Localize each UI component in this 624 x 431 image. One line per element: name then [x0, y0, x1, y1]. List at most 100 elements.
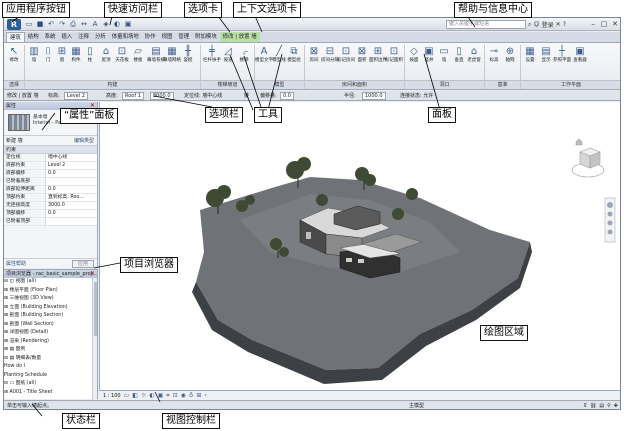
tab-addins[interactable]: 附加模块	[192, 32, 220, 42]
constraints-group[interactable]: 约束	[4, 146, 97, 154]
application-button[interactable]: R	[7, 19, 21, 30]
measure-icon[interactable]: ↔	[79, 19, 89, 29]
panel-room-area-label[interactable]: 房间和面积	[305, 80, 404, 89]
edit-type-button[interactable]: 编辑类型	[74, 136, 94, 146]
search-input[interactable]: 键入关键字或短语	[446, 20, 526, 29]
signin-link[interactable]: 登录	[542, 20, 554, 29]
tree-item[interactable]: ⊟ ◫ 视图 (all)	[4, 278, 92, 287]
join-status-select[interactable]: 连接状态: 允许	[400, 92, 433, 100]
model-group-tool[interactable]: ⧉ 模型组	[287, 46, 301, 64]
select-links-icon[interactable]: ⛓	[590, 401, 596, 409]
active-model[interactable]: 主模型	[409, 401, 424, 409]
help-icon[interactable]: ?	[563, 21, 566, 28]
close-icon[interactable]: ✕	[610, 19, 620, 29]
tree-item[interactable]: ⊞ 三维视图 (3D View)	[4, 295, 92, 304]
properties-help-link[interactable]: 属性帮助	[6, 261, 26, 267]
undo-icon[interactable]: ↶	[46, 19, 56, 29]
viewer-tool[interactable]: ▣ 查看器	[573, 46, 587, 64]
tab-manage[interactable]: 管理	[175, 32, 192, 42]
tree-item[interactable]: ⊞ 渲染 (Rendering)	[4, 338, 92, 347]
3d-model-view[interactable]	[100, 102, 621, 390]
height-select[interactable]: Roof 1	[122, 92, 144, 100]
drawing-area[interactable]	[99, 102, 621, 390]
close-hidden-icon[interactable]: ▣	[123, 19, 133, 29]
tree-item[interactable]: ⊟ ▤ 明细表/数量	[4, 355, 92, 364]
drag-elements-icon[interactable]: ✥	[614, 401, 618, 409]
grid-tool[interactable]: ⊕ 轴网	[504, 46, 516, 64]
temp-hide-icon[interactable]: ◉	[181, 392, 186, 400]
property-row[interactable]: 顶部偏移 0.0	[4, 210, 97, 218]
tab-collaborate[interactable]: 协作	[142, 32, 159, 42]
panel-select-label[interactable]: 选择	[4, 80, 24, 89]
property-row[interactable]: 底部偏移 0.0	[4, 170, 97, 178]
tree-item[interactable]: How do I	[4, 363, 92, 372]
property-row[interactable]: 已附着底部	[4, 178, 97, 186]
highlight-icon[interactable]: ‹	[204, 392, 206, 400]
tab-analyze[interactable]: 分析	[92, 32, 109, 42]
chain-checkbox[interactable]: 链	[244, 92, 249, 100]
property-row[interactable]: 顶部约束 直到标高: Roo...	[4, 194, 97, 202]
view-scale[interactable]: 1 : 100	[103, 393, 121, 399]
tree-item[interactable]: ⊞ 立面 (Building Elevation)	[4, 304, 92, 313]
section-icon[interactable]: ◐	[112, 19, 122, 29]
level-select[interactable]: Level 2	[64, 92, 88, 100]
shadows-icon[interactable]: ◐	[149, 392, 154, 400]
close-icon[interactable]: ✕	[90, 270, 95, 278]
tree-item[interactable]: ⊞ 剖面 (Building Section)	[4, 312, 92, 321]
tag-area-tool[interactable]: ⊡ 标记面积	[385, 46, 403, 64]
tree-item[interactable]: ⊞ 详图视图 (Detail)	[4, 329, 92, 338]
tab-massing-site[interactable]: 体量和场地	[109, 32, 142, 42]
exchange-icon[interactable]: ✕	[556, 21, 561, 28]
ref-plane-tool[interactable]: ┼ 参照平面	[553, 46, 571, 64]
text-icon[interactable]: A	[90, 19, 100, 29]
render-icon[interactable]: ▣	[158, 392, 164, 400]
tab-structure[interactable]: 结构	[25, 32, 42, 42]
property-row[interactable]: 底部约束 Level 2	[4, 162, 97, 170]
show-crop-icon[interactable]: ⊡	[173, 392, 178, 400]
reveal-hidden-icon[interactable]: ♁	[189, 392, 193, 400]
select-underlay-icon[interactable]: ▤	[599, 401, 604, 409]
search-icon[interactable]: ⌕	[528, 21, 531, 29]
floor-tool[interactable]: ▱ 楼板	[132, 46, 144, 64]
tree-item[interactable]: ⊞ A001 - Title Sheet	[4, 389, 92, 398]
tree-item[interactable]: ⊟ ▭ 图纸 (all)	[4, 380, 92, 389]
tab-systems[interactable]: 系统	[42, 32, 59, 42]
scroll-thumb[interactable]	[94, 282, 97, 336]
modify-tool[interactable]: ↖ 修改	[8, 46, 20, 64]
open-icon[interactable]: ▭	[24, 19, 34, 29]
analytical-icon[interactable]: ⊞	[196, 392, 201, 400]
property-row[interactable]: 已附着顶部	[4, 218, 97, 226]
visual-style-icon[interactable]: ◧	[132, 392, 138, 400]
tab-contextual-modify[interactable]: 修改 | 放置 墙	[219, 32, 260, 42]
crop-icon[interactable]: ⌗	[166, 392, 169, 400]
tree-item[interactable]: Planting Schedule	[4, 372, 92, 381]
tab-view[interactable]: 视图	[159, 32, 176, 42]
stair-tool[interactable]: ⌌ 楼梯	[238, 46, 250, 64]
3d-view-icon[interactable]: ◈	[101, 19, 111, 29]
tab-insert[interactable]: 插入	[58, 32, 75, 42]
tree-item[interactable]: ⊞ 剖面 (Wall Section)	[4, 321, 92, 330]
browser-scrollbar[interactable]	[92, 278, 97, 400]
property-row[interactable]: 底部延伸距离 0.0	[4, 186, 97, 194]
radius-input[interactable]: 1000.0	[362, 92, 386, 100]
location-line-select[interactable]: 定位线: 墙中心线	[184, 92, 222, 100]
tab-annotate[interactable]: 注释	[75, 32, 92, 42]
height-input[interactable]: 8000.0	[150, 92, 174, 100]
minimize-icon[interactable]: –	[588, 19, 598, 29]
redo-icon[interactable]: ↷	[57, 19, 67, 29]
property-row[interactable]: 定位线 墙中心线	[4, 154, 97, 162]
tab-architecture[interactable]: 建筑	[6, 32, 25, 42]
property-row[interactable]: 无连接高度 3000.0	[4, 202, 97, 210]
apply-button[interactable]: 应用	[72, 260, 94, 268]
maximize-icon[interactable]: □	[599, 19, 609, 29]
offset-input[interactable]: 0.0	[280, 92, 294, 100]
dormer-tool[interactable]: ⌂ 老虎窗	[467, 46, 481, 64]
tree-item[interactable]: ⊞ ▤ 图例	[4, 346, 92, 355]
instance-filter[interactable]: 新建 墙 编辑类型	[4, 136, 97, 146]
mullion-tool[interactable]: ╫ 竖梃	[182, 46, 194, 64]
select-pinned-icon[interactable]: ⚲	[607, 401, 611, 409]
print-icon[interactable]: ⎙	[68, 19, 78, 29]
detail-level-icon[interactable]: ▭	[124, 392, 130, 400]
tree-item[interactable]: ⊞ 楼层平面 (Floor Plan)	[4, 287, 92, 296]
sun-path-icon[interactable]: ☼	[141, 392, 146, 400]
